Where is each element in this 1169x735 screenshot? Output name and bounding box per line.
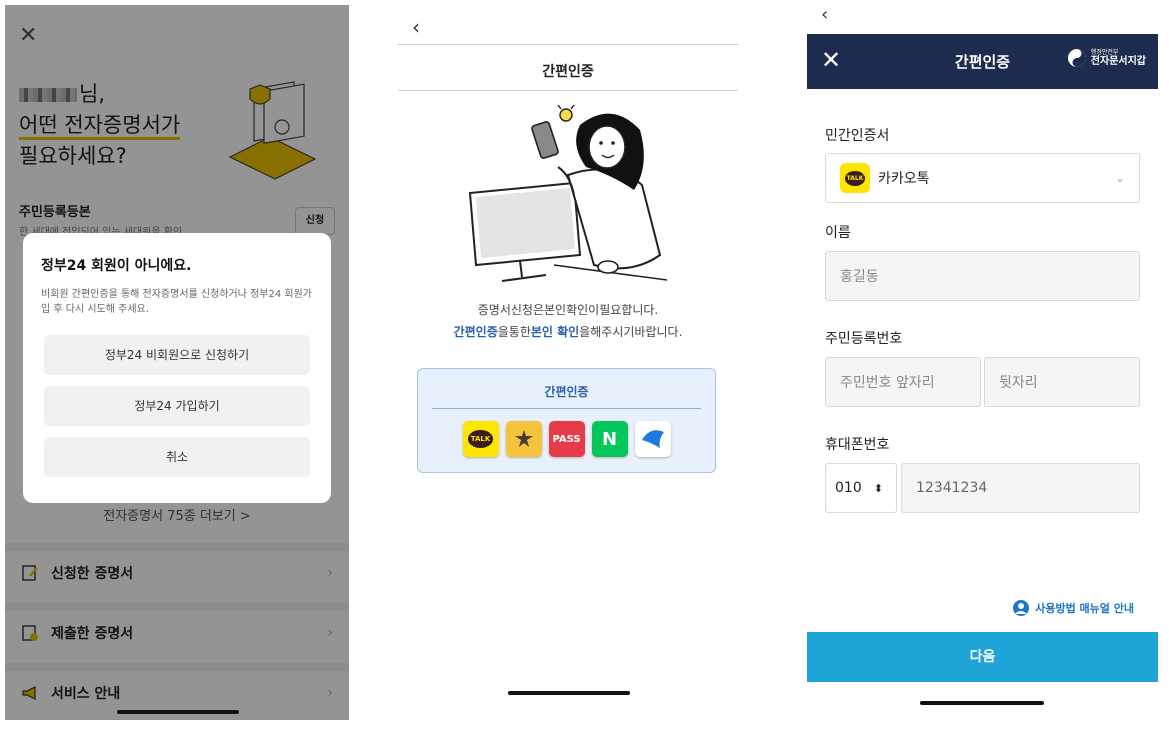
taegeuk-icon (1067, 49, 1086, 67)
divider (398, 44, 738, 45)
chevron-down-icon: ⌄ (1114, 171, 1125, 185)
simple-auth-box: 간편인증 TALK PASS N (417, 368, 716, 473)
auth-provider-list: TALK PASS N (418, 421, 715, 457)
apply-as-non-member-button[interactable]: 정부24 비회원으로 신청하기 (44, 335, 310, 375)
name-label: 이름 (825, 225, 851, 241)
simple-auth-intro-screen: ‹ 간편인증 증명서신청은본인확인이필요합니다. 간편인증을통한본인 확인을해주… (398, 5, 738, 720)
private-cert-label: 민간인증서 (825, 128, 890, 144)
private-cert-value: 카카오톡 (878, 171, 930, 187)
phone-label: 휴대폰번호 (825, 437, 890, 453)
back-arrow-icon[interactable]: ‹ (821, 4, 828, 25)
doc-wallet-logo: 행정안전부 전자문서지갑 (1067, 48, 1146, 68)
rrn-back-field[interactable]: 뒷자리 (984, 357, 1140, 407)
toss-logo-icon (641, 430, 664, 448)
phone-number-field[interactable]: 12341234 (901, 463, 1140, 513)
dialog-body: 비회원 간편인증을 통해 전자증명서를 신청하거나 정부24 회원가입 후 다시… (41, 289, 312, 315)
toss-icon[interactable] (634, 421, 671, 457)
identity-instruction-message: 간편인증을통한본인 확인을해주시기바랍니다. (453, 325, 683, 339)
divider (398, 90, 738, 91)
page-title: 간편인증 (542, 64, 594, 80)
non-member-dialog: 정부24 회원이 아니에요. 비회원 간편인증을 통해 전자증명서를 신청하거나… (23, 233, 331, 503)
kakao-talk-icon: TALK (840, 163, 870, 193)
cancel-button[interactable]: 취소 (44, 437, 310, 477)
kb-star-icon (514, 430, 533, 447)
pass-icon[interactable]: PASS (548, 421, 585, 457)
identity-required-message: 증명서신청은본인확인이필요합니다. (477, 303, 659, 317)
naver-icon[interactable]: N (591, 421, 628, 457)
kb-bank-icon[interactable] (505, 421, 542, 457)
rrn-front-field[interactable]: 주민번호 앞자리 (825, 357, 981, 407)
user-manual-link[interactable]: 사용방법 매뉴얼 안내 (1012, 600, 1134, 616)
divider (432, 408, 701, 409)
rrn-label: 주민등록번호 (825, 331, 903, 347)
join-gov24-button[interactable]: 정부24 가입하기 (44, 386, 310, 426)
private-cert-select[interactable]: TALK 카카오톡 ⌄ (825, 153, 1140, 203)
header-bar: ✕ 간편인증 행정안전부 전자문서지갑 (807, 34, 1158, 89)
next-button[interactable]: 다음 (807, 632, 1158, 682)
carrier-prefix-select[interactable]: 010 ⬍ (825, 463, 897, 513)
name-field[interactable]: 홍길동 (825, 251, 1140, 301)
gov24-cert-screen: ✕ 님, 어떤 전자증명서가 필요하세요? 주민등록등본 한 세대에 전입되어 … (5, 5, 349, 720)
up-down-chevron-icon: ⬍ (873, 481, 883, 495)
home-indicator (920, 701, 1044, 705)
home-indicator (117, 710, 239, 714)
person-with-phone-illustration-icon (468, 105, 668, 282)
auth-box-title: 간편인증 (544, 385, 589, 399)
dialog-title: 정부24 회원이 아니에요. (41, 258, 192, 274)
person-icon (1013, 600, 1030, 616)
kakao-talk-icon[interactable]: TALK (462, 421, 499, 457)
simple-auth-form-screen: ‹ ✕ 간편인증 행정안전부 전자문서지갑 민간인증서 TALK 카카오톡 ⌄ … (807, 0, 1158, 720)
back-arrow-icon[interactable]: ‹ (412, 15, 420, 39)
home-indicator (508, 691, 630, 695)
